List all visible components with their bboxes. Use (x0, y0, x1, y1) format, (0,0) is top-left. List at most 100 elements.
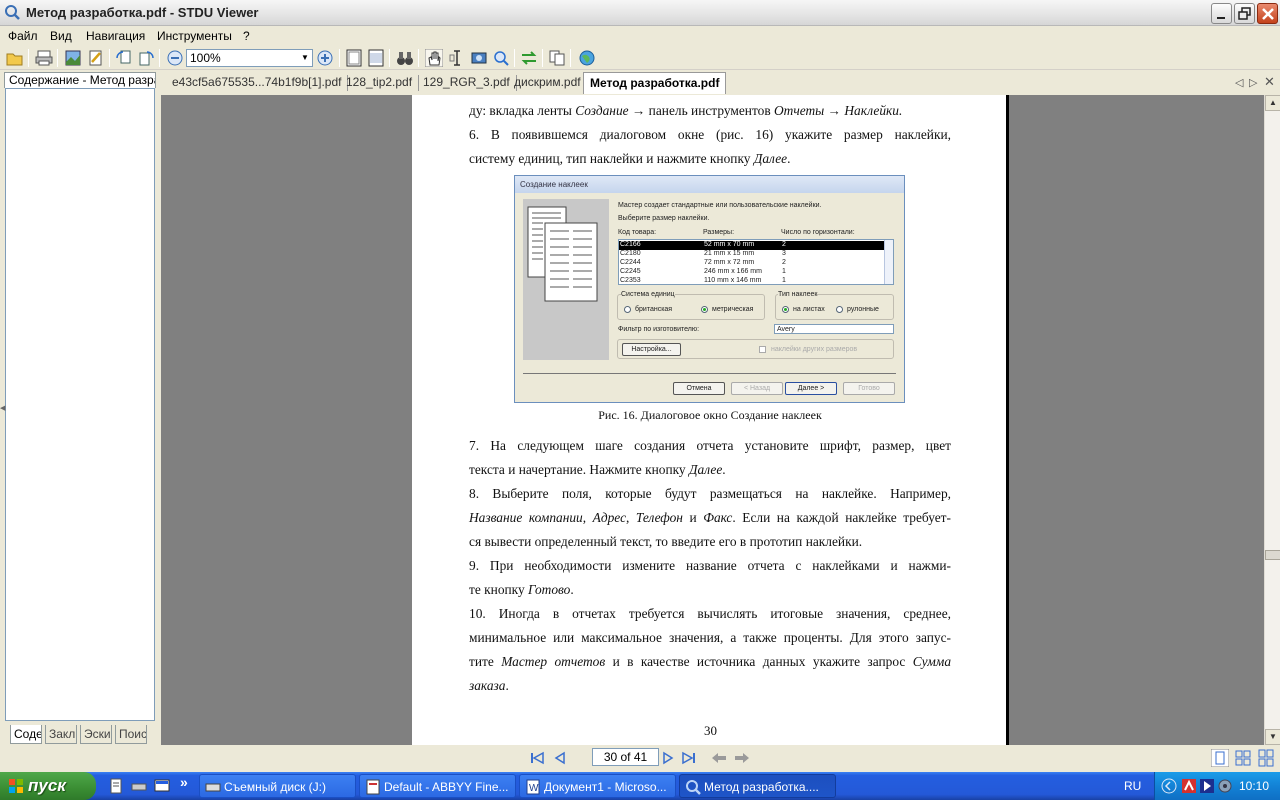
doc-tab[interactable]: 128_tip2.pdf (340, 75, 420, 91)
quicklaunch-more[interactable]: » (180, 774, 188, 790)
export-image-icon[interactable] (64, 49, 82, 67)
fit-page-icon[interactable] (345, 49, 363, 67)
two-page-view-icon[interactable] (1234, 749, 1252, 767)
tray-player-icon[interactable] (1199, 778, 1215, 794)
page-text-line: ду: вкладка ленты Создание → панель инст… (469, 103, 951, 119)
start-button[interactable]: пуск (0, 772, 96, 800)
toolbar-separator (28, 49, 29, 67)
figure-filter-combo: Avery (774, 324, 894, 334)
figure-size-list: C2166 52 mm x 70 mm 2 C2180 21 mm x 15 mm 3 … (618, 239, 894, 285)
close-tab-icon[interactable]: ✕ (1264, 74, 1275, 90)
tab-thumbnails[interactable]: Эски (80, 725, 112, 744)
text-run: и (682, 510, 704, 525)
previous-page-icon[interactable] (552, 750, 568, 766)
doc-tab[interactable]: 129_RGR_3.pdf (417, 75, 517, 91)
tab-search[interactable]: Поис (115, 725, 147, 744)
fit-width-icon[interactable] (367, 49, 385, 67)
menu-navigation[interactable]: Навигация (86, 29, 145, 43)
italic-text: Адрес (592, 510, 627, 525)
chevron-down-icon[interactable]: ▼ (298, 50, 312, 66)
quicklaunch-drive-icon[interactable] (131, 778, 147, 794)
snapshot-icon[interactable] (470, 49, 488, 67)
page-text-line: 8. Выберите поля, которые будут размещат… (469, 486, 951, 502)
tab-bookmarks[interactable]: Закл (45, 725, 77, 744)
figure-list-row: C2166 52 mm x 70 mm 2 (619, 241, 884, 250)
tab-scroll-right-icon[interactable]: ▷ (1249, 76, 1257, 89)
figure-type-sheet: на листах (793, 306, 825, 313)
scroll-down-icon[interactable]: ▼ (1265, 729, 1280, 745)
label-illustration-icon (523, 199, 609, 360)
task-stdu-viewer[interactable]: Метод разработка.... (679, 774, 836, 798)
app-icon (5, 5, 20, 20)
tab-scroll-left-icon[interactable]: ◁ (1235, 76, 1243, 89)
task-abbyy[interactable]: Default - ABBYY Fine... (359, 774, 516, 798)
document-viewer[interactable]: ду: вкладка ленты Создание → панель инст… (161, 95, 1264, 745)
page-text-line: заказа. (469, 678, 951, 694)
scroll-up-icon[interactable]: ▲ (1265, 95, 1280, 111)
history-forward-icon[interactable] (734, 750, 750, 766)
zoom-in-icon[interactable] (316, 49, 334, 67)
task-word[interactable]: W Документ1 - Microso... (519, 774, 676, 798)
scrollbar-thumb[interactable] (1265, 550, 1280, 560)
stdu-viewer-window: Метод разработка.pdf - STDU Viewer Файл … (0, 0, 1280, 772)
doc-tab[interactable]: e43cf5a675535...74b1f9b[1].pdf (166, 75, 349, 91)
minimize-button[interactable] (1211, 3, 1232, 24)
menu-file[interactable]: Файл (8, 29, 38, 43)
taskbar: пуск » Съемный диск (J:) Default - ABBYY… (0, 772, 1280, 800)
export-text-icon[interactable] (87, 49, 105, 67)
continuous-view-icon[interactable] (1257, 749, 1275, 767)
find-binoculars-icon[interactable] (396, 49, 414, 67)
open-folder-icon[interactable] (6, 49, 24, 67)
tray-network-icon[interactable] (1217, 778, 1233, 794)
panel-splitter-arrow-icon[interactable]: ◀ (0, 404, 5, 412)
text-select-icon[interactable] (448, 49, 466, 67)
zoom-out-icon[interactable] (166, 49, 184, 67)
tab-contents[interactable]: Соде (10, 725, 42, 744)
text-run: . (722, 462, 726, 477)
tray-antivirus-icon[interactable] (1181, 778, 1197, 794)
text-run: ся вывести определенный текст, то введит… (469, 534, 863, 549)
history-back-icon[interactable] (711, 750, 727, 766)
language-indicator[interactable]: RU (1124, 779, 1141, 793)
close-button[interactable] (1257, 3, 1278, 24)
rotate-right-icon[interactable] (137, 49, 155, 67)
text-run: , (626, 510, 636, 525)
menu-tools[interactable]: Инструменты (157, 29, 232, 43)
doc-tab[interactable]: дискрим.pdf (508, 75, 588, 91)
restore-button[interactable] (1234, 3, 1255, 24)
single-page-view-icon[interactable] (1211, 749, 1229, 767)
first-page-icon[interactable] (529, 750, 545, 766)
restore-icon (1238, 7, 1251, 20)
page-text-line: 6. В появившемся диалоговом окне (рис. 1… (469, 127, 951, 143)
last-page-icon[interactable] (681, 750, 697, 766)
left-panel-tabs: Соде Закл Эски Поис (10, 725, 150, 744)
page-number-input[interactable]: 30 of 41 (592, 748, 659, 766)
doc-tab-active[interactable]: Метод разработка.pdf (583, 72, 727, 94)
text-run: тите (469, 654, 502, 669)
quicklaunch-desktop-icon[interactable] (154, 778, 170, 794)
figure-finish-button: Готово (843, 382, 895, 395)
menu-view[interactable]: Вид (50, 29, 72, 43)
next-page-icon[interactable] (660, 750, 676, 766)
text-run: 6. В появившемся диалоговом окне (рис. 1… (469, 127, 951, 142)
rotate-left-icon[interactable] (115, 49, 133, 67)
sync-arrows-icon[interactable] (520, 49, 538, 67)
quicklaunch-notepad-icon[interactable] (108, 778, 124, 794)
menu-help[interactable]: ? (243, 29, 250, 43)
figure-list-row: C2353 110 mm x 146 mm 1 (620, 277, 786, 284)
hand-tool-icon[interactable] (425, 49, 443, 67)
italic-text: Готово (528, 582, 571, 597)
tray-collapse-icon[interactable] (1161, 778, 1177, 794)
page-navigation-bar: 30 of 41 (160, 745, 1280, 772)
vertical-scrollbar[interactable]: ▲ ▼ (1264, 95, 1280, 745)
italic-text: заказа (469, 678, 506, 693)
copy-pages-icon[interactable] (548, 49, 566, 67)
figure-filter-label: Фильтр по изготовителю: (618, 326, 700, 333)
task-removable-disk[interactable]: Съемный диск (J:) (199, 774, 356, 798)
text-run: . (505, 678, 509, 693)
magnifier-tool-icon[interactable] (492, 49, 510, 67)
print-icon[interactable] (35, 49, 53, 67)
zoom-select[interactable]: 100% ▼ (186, 49, 313, 67)
contents-panel-tab[interactable]: Содержание - Метод разраб (4, 72, 156, 88)
web-globe-icon[interactable] (578, 49, 596, 67)
